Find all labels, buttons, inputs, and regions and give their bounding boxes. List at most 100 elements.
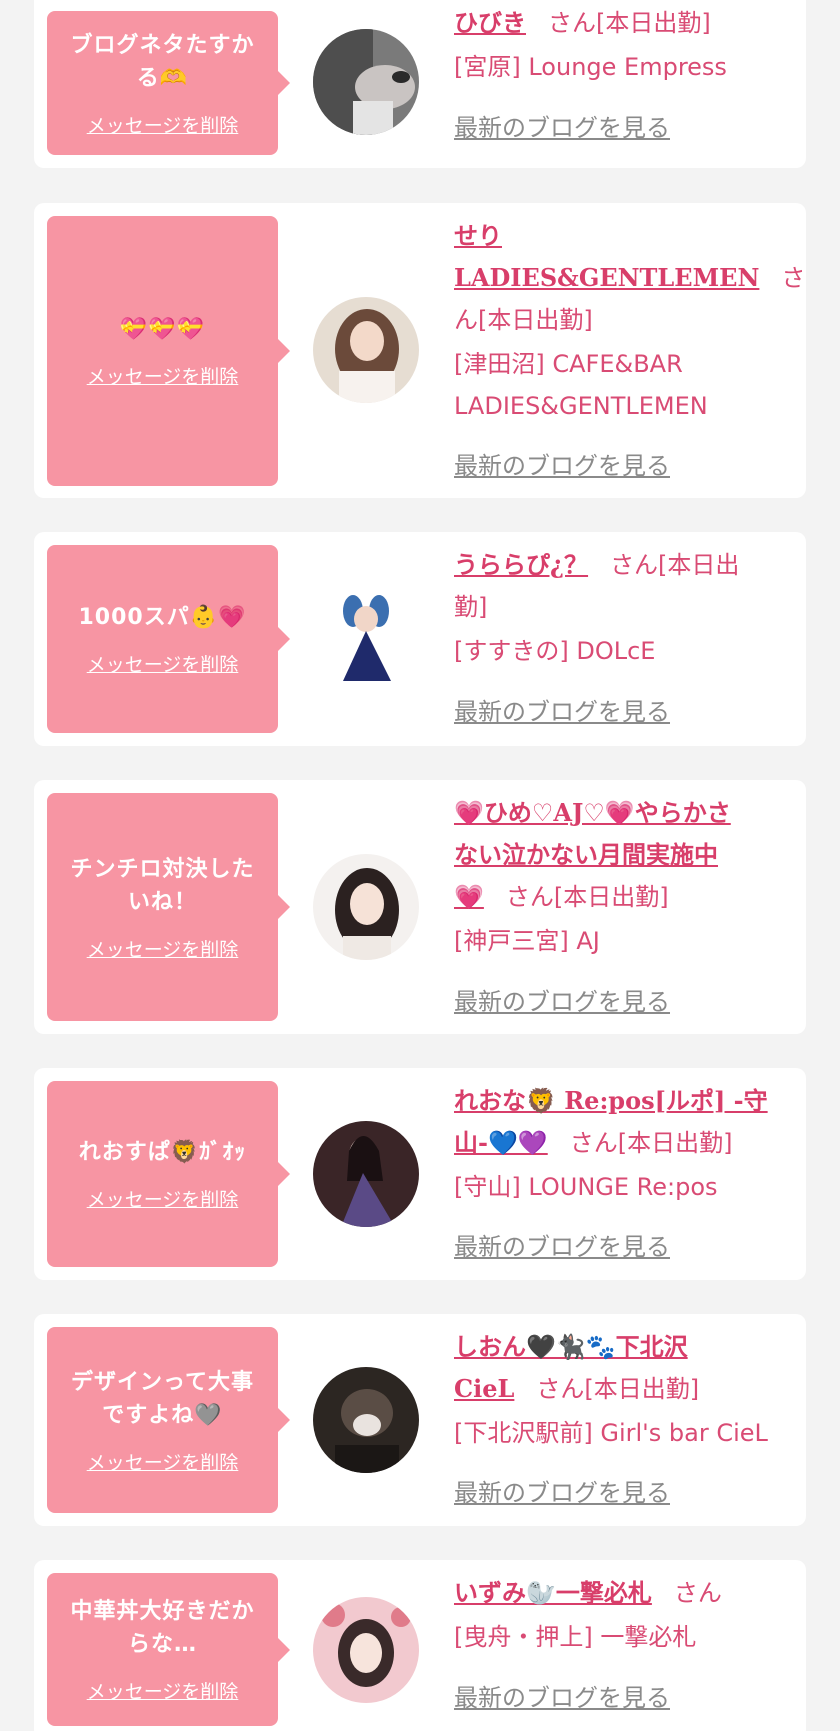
delete-message-link[interactable]: メッセージを削除 bbox=[87, 1677, 239, 1704]
cast-name-link[interactable]: いずみ🦭一撃必札 bbox=[454, 1578, 652, 1607]
delete-message-link[interactable]: メッセージを削除 bbox=[87, 935, 239, 962]
honorific: さん[本日出勤] bbox=[548, 9, 711, 37]
cast-name-link[interactable]: れおな🦁 Re:pos[ルポ] -守 bbox=[454, 1086, 768, 1115]
cast-name-link[interactable]: 💗ひめ♡AJ♡💗やらかさ bbox=[454, 798, 731, 827]
latest-blog-link[interactable]: 最新のブログを見る bbox=[454, 692, 670, 727]
message-line: らな… bbox=[127, 1632, 197, 1657]
message-bubble: 中華丼大好きだか らな… メッセージを削除 bbox=[47, 1573, 290, 1726]
cast-name-link[interactable]: CieL bbox=[454, 1374, 514, 1403]
cast-name-line: れおな🦁 Re:pos[ルポ] -守 bbox=[454, 1080, 806, 1122]
latest-blog-link[interactable]: 最新のブログを見る bbox=[454, 108, 670, 143]
cast-name-link[interactable]: しおん🖤🐈‍⬛🐾下北沢 bbox=[454, 1332, 688, 1361]
message-card: 1000スパ👶💗 メッセージを削除 うららぴ¿？ さん[本日出 勤] [すすきの]… bbox=[34, 532, 806, 746]
avatar[interactable] bbox=[313, 297, 419, 403]
honorific: ん[本日出勤] bbox=[454, 306, 593, 334]
shop-name: [下北沢駅前] Girl's bar CieL bbox=[454, 1419, 768, 1447]
shop-name: [すすきの] DOLcE bbox=[454, 637, 656, 665]
cast-name-line: CieL さん[本日出勤] bbox=[454, 1368, 806, 1410]
avatar[interactable] bbox=[313, 1597, 419, 1703]
avatar-photo bbox=[313, 854, 419, 960]
avatar[interactable] bbox=[313, 29, 419, 135]
avatar-photo bbox=[313, 1367, 419, 1473]
avatar[interactable] bbox=[313, 854, 419, 960]
avatar-photo bbox=[313, 297, 419, 403]
cast-info: れおな🦁 Re:pos[ルポ] -守 山-💙💜 さん[本日出勤] [守山] LOU… bbox=[454, 1080, 806, 1208]
message-card: チンチロ対決した いね！ メッセージを削除 💗ひめ♡AJ♡💗やらかさ ない泣かな… bbox=[34, 780, 806, 1034]
avatar-photo bbox=[313, 29, 419, 135]
cast-name-line: しおん🖤🐈‍⬛🐾下北沢 bbox=[454, 1326, 806, 1368]
message-card: ブログネタたすか る🫶 メッセージを削除 ひびき さん[本日出勤] [宮原] Lo… bbox=[34, 0, 806, 168]
message-bubble: デザインって大事 ですよね🩶 メッセージを削除 bbox=[47, 1327, 290, 1513]
shop-name: [神戸三宮] AJ bbox=[454, 927, 600, 955]
delete-message-link[interactable]: メッセージを削除 bbox=[87, 362, 239, 389]
avatar[interactable] bbox=[313, 1367, 419, 1473]
honorific: 勤] bbox=[454, 593, 488, 621]
cast-name-line: うららぴ¿？ さん[本日出 bbox=[454, 544, 806, 586]
message-card: 中華丼大好きだか らな… メッセージを削除 いずみ🦭一撃必札 さん [曳舟・押上]… bbox=[34, 1560, 806, 1731]
delete-message-link[interactable]: メッセージを削除 bbox=[87, 1448, 239, 1475]
honorific: さ bbox=[781, 264, 806, 292]
shop-name: [曳舟・押上] 一撃必札 bbox=[454, 1623, 697, 1651]
cast-name-line: ひびき さん[本日出勤] bbox=[454, 2, 806, 44]
honorific: さん[本日出勤] bbox=[569, 1129, 733, 1157]
message-bubble: れおすぱ🦁ｶﾞｵｯ メッセージを削除 bbox=[47, 1081, 290, 1267]
message-line: 1000スパ👶💗 bbox=[78, 605, 247, 630]
message-line: 中華丼大好きだか bbox=[70, 1599, 255, 1624]
cast-name-link[interactable]: 山-💙💜 bbox=[454, 1128, 548, 1157]
avatar-photo bbox=[313, 587, 419, 693]
cast-name-link[interactable]: ない泣かない月間実施中 bbox=[454, 840, 718, 869]
delete-message-link[interactable]: メッセージを削除 bbox=[87, 111, 239, 138]
avatar-photo bbox=[313, 1597, 419, 1703]
avatar[interactable] bbox=[313, 1121, 419, 1227]
cast-name-link[interactable]: ひびき bbox=[454, 8, 526, 37]
honorific: さん[本日出勤] bbox=[505, 883, 669, 911]
latest-blog-link[interactable]: 最新のブログを見る bbox=[454, 1473, 670, 1508]
delete-message-link[interactable]: メッセージを削除 bbox=[87, 1185, 239, 1212]
message-card: デザインって大事 ですよね🩶 メッセージを削除 しおん🖤🐈‍⬛🐾下北沢 CieL… bbox=[34, 1314, 806, 1526]
message-line: デザインって大事 bbox=[71, 1369, 254, 1395]
shop-name: [宮原] Lounge Empress bbox=[454, 53, 727, 81]
cast-name-line: 💗ひめ♡AJ♡💗やらかさ bbox=[454, 792, 806, 834]
cast-info: 💗ひめ♡AJ♡💗やらかさ ない泣かない月間実施中 💗 さん[本日出勤] [神戸三宮… bbox=[454, 792, 806, 962]
message-text: デザインって大事 ですよね🩶 bbox=[71, 1366, 254, 1432]
message-line: ブログネタたすか bbox=[70, 32, 255, 58]
cast-name-link[interactable]: せり bbox=[454, 221, 502, 250]
cast-name-line: 山-💙💜 さん[本日出勤] bbox=[454, 1122, 806, 1164]
cast-name-line: 💗 さん[本日出勤] bbox=[454, 876, 806, 918]
latest-blog-link[interactable]: 最新のブログを見る bbox=[454, 1678, 670, 1713]
cast-info: ひびき さん[本日出勤] [宮原] Lounge Empress bbox=[454, 2, 806, 88]
message-bubble: チンチロ対決した いね！ メッセージを削除 bbox=[47, 793, 290, 1021]
message-line: 💝💝💝 bbox=[119, 317, 206, 342]
message-text: 💝💝💝 bbox=[120, 313, 205, 346]
honorific: さん[本日出勤] bbox=[536, 1375, 700, 1403]
shop-name: [守山] LOUNGE Re:pos bbox=[454, 1173, 718, 1201]
cast-info: せり LADIES&GENTLEMEN さ ん[本日出勤] [津田沼] CAFE&… bbox=[454, 215, 806, 427]
honorific: さん bbox=[673, 1579, 722, 1607]
avatar[interactable] bbox=[313, 587, 419, 693]
message-line: る🫶 bbox=[136, 65, 189, 91]
message-bubble: 1000スパ👶💗 メッセージを削除 bbox=[47, 545, 290, 733]
cast-name-link[interactable]: LADIES&GENTLEMEN bbox=[454, 263, 759, 292]
cast-name-link[interactable]: 💗 bbox=[454, 882, 484, 911]
latest-blog-link[interactable]: 最新のブログを見る bbox=[454, 1227, 670, 1262]
message-line: いね！ bbox=[127, 889, 197, 915]
cast-info: しおん🖤🐈‍⬛🐾下北沢 CieL さん[本日出勤] [下北沢駅前] Girl's … bbox=[454, 1326, 806, 1454]
latest-blog-link[interactable]: 最新のブログを見る bbox=[454, 446, 670, 481]
message-text: 1000スパ👶💗 bbox=[78, 601, 246, 634]
cast-info: うららぴ¿？ さん[本日出 勤] [すすきの] DOLcE bbox=[454, 544, 806, 672]
message-list: ブログネタたすか る🫶 メッセージを削除 ひびき さん[本日出勤] [宮原] Lo… bbox=[0, 0, 840, 1731]
shop-name: LADIES&GENTLEMEN bbox=[454, 392, 708, 420]
cast-info: いずみ🦭一撃必札 さん [曳舟・押上] 一撃必札 bbox=[454, 1572, 806, 1658]
message-text: れおすぱ🦁ｶﾞｵｯ bbox=[79, 1136, 246, 1169]
message-text: ブログネタたすか る🫶 bbox=[70, 29, 254, 95]
message-text: 中華丼大好きだか らな… bbox=[70, 1595, 254, 1661]
message-card: れおすぱ🦁ｶﾞｵｯ メッセージを削除 れおな🦁 Re:pos[ルポ] -守 山-… bbox=[34, 1068, 806, 1280]
latest-blog-link[interactable]: 最新のブログを見る bbox=[454, 982, 670, 1017]
message-text: チンチロ対決した いね！ bbox=[70, 853, 254, 919]
cast-name-link[interactable]: うららぴ¿？ bbox=[454, 550, 588, 579]
honorific: さん[本日出 bbox=[610, 551, 740, 579]
message-line: れおすぱ🦁ｶﾞｵｯ bbox=[78, 1140, 247, 1165]
message-bubble: 💝💝💝 メッセージを削除 bbox=[47, 216, 290, 486]
delete-message-link[interactable]: メッセージを削除 bbox=[87, 650, 239, 677]
message-line: チンチロ対決した bbox=[70, 856, 255, 882]
